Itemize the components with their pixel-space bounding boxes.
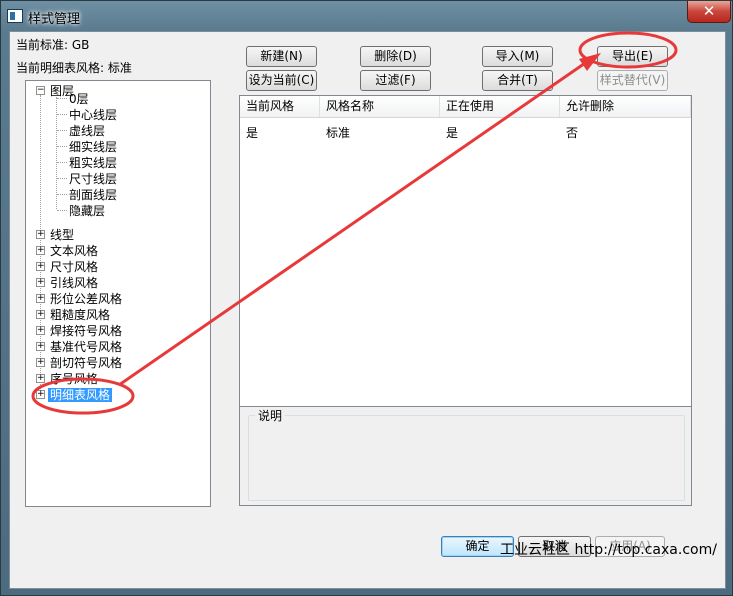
expand-tolerance-style-icon[interactable]: + (36, 294, 45, 303)
style-replace-button[interactable]: 样式替代(V) (597, 70, 668, 91)
cell-current[interactable]: 是 (240, 124, 258, 141)
tree-node-layer-hatch[interactable]: 剖面线层 (69, 188, 117, 202)
import-button[interactable]: 导入(M) (482, 46, 553, 67)
window-title: 样式管理 (28, 12, 81, 27)
title-bar[interactable]: 样式管理 ✕ (1, 1, 732, 33)
export-button[interactable]: 导出(E) (597, 46, 668, 67)
style-tree[interactable]: − 图层 0层 中心线层 虚线层 细实线层 粗实线层 尺寸线层 剖面线层 隐藏层… (25, 80, 211, 507)
tree-node-dim-style[interactable]: 尺寸风格 (50, 260, 98, 274)
expand-balloon-style-icon[interactable]: + (36, 374, 45, 383)
expand-leader-style-icon[interactable]: + (36, 278, 45, 287)
col-header-deletable[interactable]: 允许删除 (560, 96, 691, 118)
dialog-body: 当前标准: GB 当前明细表风格: 标准 − 图层 0层 中心线层 虚线层 细实… (9, 31, 726, 589)
tree-node-text-style[interactable]: 文本风格 (50, 244, 98, 258)
delete-button[interactable]: 删除(D) (360, 46, 431, 67)
current-detail-style-label: 当前明细表风格: 标准 (16, 61, 132, 75)
expand-linetype-icon[interactable]: + (36, 230, 45, 239)
app-icon (7, 9, 23, 23)
tree-node-layer-dim[interactable]: 尺寸线层 (69, 172, 117, 186)
expand-section-style-icon[interactable]: + (36, 358, 45, 367)
description-label: 说明 (255, 407, 286, 424)
tree-node-linetype[interactable]: 线型 (50, 228, 74, 242)
expand-roughness-style-icon[interactable]: + (36, 310, 45, 319)
collapse-layer-icon[interactable]: − (36, 86, 45, 95)
tree-node-bom-style[interactable]: 明细表风格 (48, 388, 113, 402)
tree-node-leader-style[interactable]: 引线风格 (50, 276, 98, 290)
tree-node-layer-thick[interactable]: 粗实线层 (69, 156, 117, 170)
tree-node-layer-0[interactable]: 0层 (69, 92, 89, 106)
expand-bom-style-icon[interactable]: + (36, 390, 45, 399)
style-manager-window: 样式管理 ✕ 当前标准: GB 当前明细表风格: 标准 − 图层 0层 中心线层… (0, 0, 733, 596)
tree-node-layer-center[interactable]: 中心线层 (69, 108, 117, 122)
cell-deletable[interactable]: 否 (560, 124, 578, 141)
expand-text-style-icon[interactable]: + (36, 246, 45, 255)
cell-name[interactable]: 标准 (320, 124, 350, 141)
watermark-text: 工业云社区 http://top.caxa.com/ (500, 542, 717, 558)
col-header-in-use[interactable]: 正在使用 (440, 96, 560, 118)
merge-button[interactable]: 合并(T) (482, 70, 553, 91)
tree-node-weld-style[interactable]: 焊接符号风格 (50, 324, 122, 338)
description-group: 说明 (248, 407, 685, 501)
new-button[interactable]: 新建(N) (246, 46, 317, 67)
cell-in-use[interactable]: 是 (440, 124, 458, 141)
col-header-current[interactable]: 当前风格 (240, 96, 320, 118)
tree-node-layer-hidden[interactable]: 隐藏层 (69, 204, 105, 218)
filter-button[interactable]: 过滤(F) (360, 70, 431, 91)
expand-datum-style-icon[interactable]: + (36, 342, 45, 351)
description-panel: 说明 (239, 406, 692, 506)
set-current-button[interactable]: 设为当前(C) (246, 70, 317, 91)
col-header-name[interactable]: 风格名称 (320, 96, 440, 118)
expand-weld-style-icon[interactable]: + (36, 326, 45, 335)
style-list[interactable]: 当前风格 风格名称 正在使用 允许删除 是 标准 是 否 (239, 95, 692, 407)
current-standard-label: 当前标准: GB (16, 38, 90, 52)
tree-node-layer-thin[interactable]: 细实线层 (69, 140, 117, 154)
tree-node-layer-dash[interactable]: 虚线层 (69, 124, 105, 138)
tree-node-section-style[interactable]: 剖切符号风格 (50, 356, 122, 370)
tree-node-balloon-style[interactable]: 序号风格 (50, 372, 98, 386)
tree-node-roughness-style[interactable]: 粗糙度风格 (50, 308, 110, 322)
tree-node-tolerance-style[interactable]: 形位公差风格 (50, 292, 122, 306)
expand-dim-style-icon[interactable]: + (36, 262, 45, 271)
close-button[interactable]: ✕ (687, 1, 731, 23)
tree-node-datum-style[interactable]: 基准代号风格 (50, 340, 122, 354)
